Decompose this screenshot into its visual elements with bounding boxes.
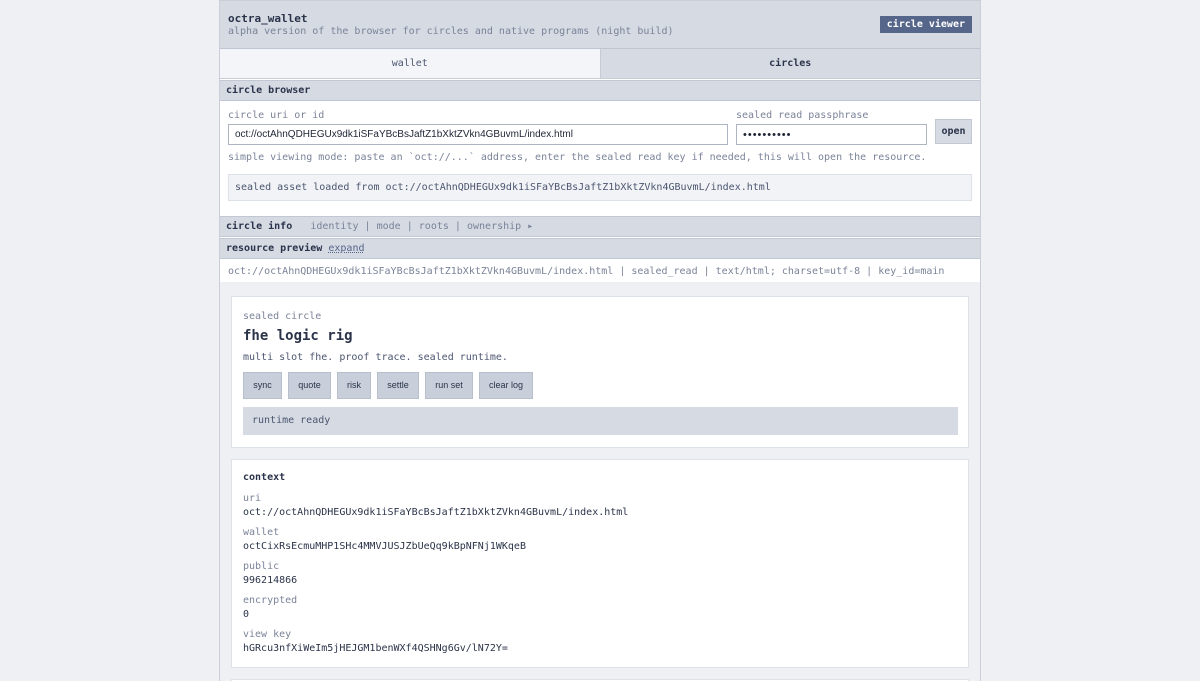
open-button[interactable]: open [935, 119, 972, 144]
tab-wallet[interactable]: wallet [220, 49, 601, 78]
sealed-circle-card: sealed circle fhe logic rig multi slot f… [231, 296, 969, 448]
context-value-public: 996214866 [243, 575, 298, 586]
card-label: sealed circle [243, 311, 322, 322]
resource-meta: oct://octAhnQDHEGUx9dk1iSFaYBcBsJaftZ1bX… [228, 266, 945, 277]
context-value-encrypted: 0 [243, 609, 250, 620]
info-item-identity[interactable]: identity [310, 221, 358, 232]
load-status: sealed asset loaded from oct://octAhnQDH… [228, 174, 972, 201]
info-item-ownership[interactable]: ownership [467, 221, 521, 232]
context-title: context [243, 472, 286, 483]
context-key-encrypted: encrypted [243, 595, 298, 606]
info-item-mode[interactable]: mode [377, 221, 401, 232]
circle-viewer-button[interactable]: circle viewer [879, 16, 972, 33]
settle-button[interactable]: settle [377, 372, 419, 399]
run-set-button[interactable]: run set [425, 372, 473, 399]
app-title: octra_wallet [228, 12, 308, 25]
clear-log-button[interactable]: clear log [479, 372, 533, 399]
circle-browser-header: circle browser [220, 80, 980, 101]
preview-frame: sealed circle fhe logic rig multi slot f… [220, 282, 980, 681]
context-value-wallet: octCixRsEcmuMHP1SHc4MMVJUSJZbUeQq9kBpNFN… [243, 541, 526, 552]
circle-info-title: circle info [226, 221, 293, 232]
tab-bar: wallet circles [220, 49, 980, 79]
app-subtitle: alpha version of the browser for circles… [228, 26, 674, 37]
info-item-roots[interactable]: roots [419, 221, 449, 232]
sync-button[interactable]: sync [243, 372, 282, 399]
context-value-uri: oct://octAhnQDHEGUx9dk1iSFaYBcBsJaftZ1bX… [243, 507, 629, 518]
context-value-view-key: hGRcu3nfXiWeIm5jHEJGM1benWXf4QSHNg6Gv/lN… [243, 643, 508, 654]
risk-button[interactable]: risk [337, 372, 371, 399]
quote-button[interactable]: quote [288, 372, 331, 399]
resource-preview-title: resource preview [226, 243, 323, 254]
passphrase-label: sealed read passphrase [736, 110, 869, 121]
runtime-log: runtime ready [243, 407, 958, 435]
card-subtitle: multi slot fhe. proof trace. sealed runt… [243, 352, 508, 363]
context-key-uri: uri [243, 493, 262, 504]
action-buttons: sync quote risk settle run set clear log [243, 372, 533, 399]
uri-label: circle uri or id [228, 110, 325, 121]
context-card: context uri oct://octAhnQDHEGUx9dk1iSFaY… [231, 459, 969, 668]
circle-uri-input[interactable] [228, 124, 728, 145]
viewing-mode-hint: simple viewing mode: paste an `oct://...… [228, 152, 927, 163]
resource-preview-header: resource preview expand [220, 238, 980, 259]
card-title: fhe logic rig [243, 328, 353, 344]
passphrase-input[interactable] [736, 124, 927, 145]
section-title: circle browser [226, 85, 311, 96]
expand-link[interactable]: expand [328, 243, 364, 254]
context-key-wallet: wallet [243, 527, 280, 538]
app-window: octra_wallet alpha version of the browse… [219, 0, 981, 681]
expand-arrow-icon[interactable]: ▸ [527, 221, 533, 232]
context-key-public: public [243, 561, 280, 572]
app-header: octra_wallet alpha version of the browse… [220, 1, 980, 49]
tab-circles[interactable]: circles [600, 49, 980, 78]
context-key-view-key: view key [243, 629, 292, 640]
circle-info-header[interactable]: circle info identity | mode | roots | ow… [220, 216, 980, 237]
